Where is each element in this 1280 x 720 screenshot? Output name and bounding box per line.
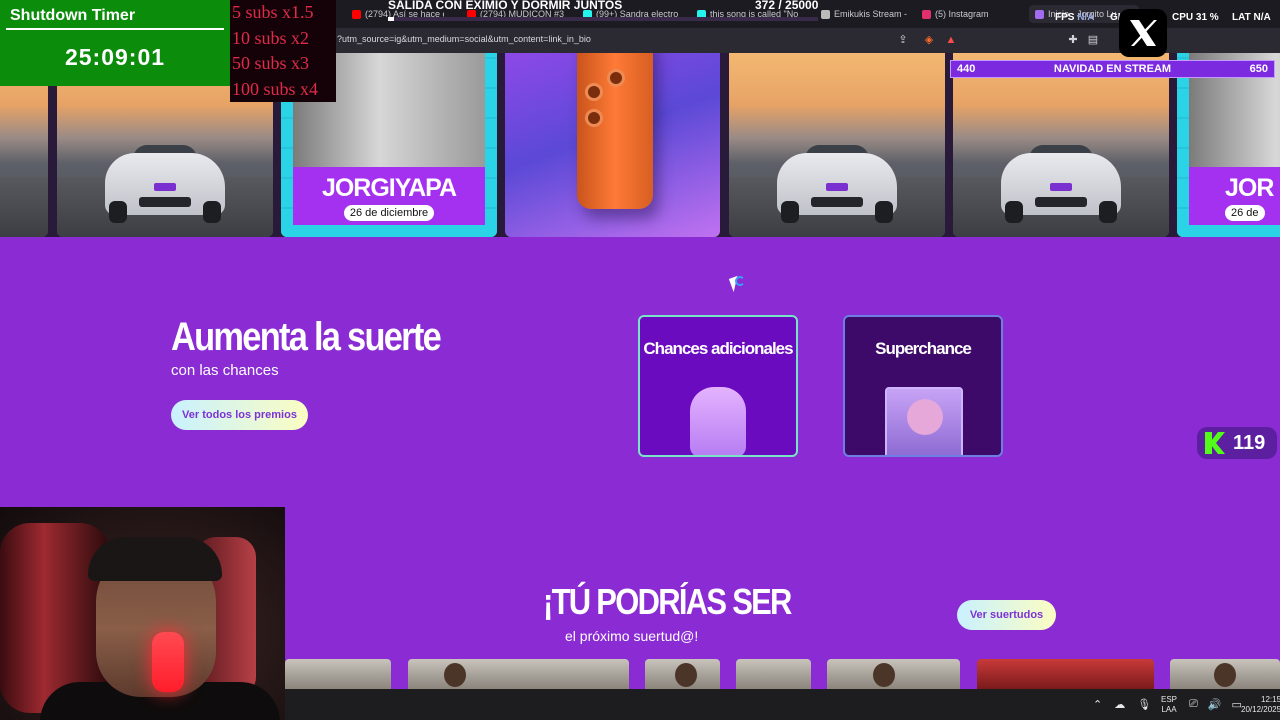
instagram-icon [922,9,931,19]
section-title: Aumenta la suerte [171,315,442,359]
goal-count: 372 / 25000 [755,0,819,12]
winner-photo[interactable] [408,659,629,689]
prize-tile-car[interactable] [953,53,1169,237]
event-banner: 440 NAVIDAD EN STREAM 650 [950,60,1275,78]
rewards-icon[interactable]: ▲ [944,33,958,47]
stat-lat: LAT N/A [1232,12,1271,23]
event-title: NAVIDAD EN STREAM [1053,63,1172,75]
cloud-icon[interactable]: ☁ [1114,698,1125,711]
section-subtitle: el próximo suertud@! [565,628,699,644]
browser-tab[interactable]: Emikukis Stream - [821,5,916,23]
sub-multipliers-widget: 5 subs x1.5 10 subs x2 50 subs x3 100 su… [230,0,336,102]
extra-chances-card[interactable]: Chances adicionales [638,315,798,457]
multiplier-item: 5 subs x1.5 [232,2,314,22]
event-right-number: 650 [1249,63,1268,75]
winner-photo[interactable] [736,659,811,689]
brave-shield-icon[interactable]: ◈ [922,33,936,47]
winner-photo[interactable] [1170,659,1280,689]
multiplier-item: 100 subs x4 [232,78,319,99]
view-all-prizes-button[interactable]: Ver todos los premios [171,400,308,430]
stat-fps: FPS N/A [1055,12,1095,23]
multiplier-item: 50 subs x3 [232,53,310,73]
language-indicator[interactable]: ESP LAA [1161,689,1177,720]
stat-cpu: CPU 31 % [1172,12,1219,23]
microphone-image [152,632,184,692]
shutdown-timer-widget: Shutdown Timer 25:09:01 [0,0,230,86]
tab-label: Emikukis Stream - [834,9,908,19]
event-date: 26 de diciembre [343,205,435,221]
card-title: Superchance [875,339,972,358]
share-icon[interactable]: ⇪ [896,33,910,47]
phone-image [577,53,653,209]
url-field[interactable]: ?utm_source=ig&utm_medium=social&utm_con… [337,34,591,44]
youtube-icon [352,9,361,19]
winner-photo[interactable] [285,659,391,689]
portrait-frame-image [885,387,963,455]
section-subtitle: con las chances [171,362,279,379]
kick-logo-icon [1205,432,1225,454]
event-date: 26 de [1225,205,1265,221]
x-logo-icon [1119,9,1167,57]
kick-viewers-badge: 119 [1197,427,1277,459]
view-winners-button[interactable]: Ver suertudos [957,600,1056,630]
loading-spinner-icon [735,276,745,286]
system-clock[interactable]: 12:15 20/12/2025 [1241,689,1280,720]
superchance-card[interactable]: Superchance [843,315,1003,457]
goal-title: SALIDA CON EXIMIO Y DORMIR JUNTOS [388,0,623,12]
multiplier-item: 10 subs x2 [232,27,310,48]
winner-photo[interactable] [827,659,960,689]
section-title: ¡TÚ PODRÍAS SER [543,581,792,622]
event-name: JOR [1225,174,1274,202]
winner-photo[interactable] [977,659,1154,689]
site-icon [1035,9,1044,19]
sidebar-icon[interactable]: ▤ [1086,33,1100,47]
network-icon[interactable]: ⎚ [1189,698,1198,711]
prize-tile-event[interactable]: JOR 26 de [1177,53,1280,237]
chevron-up-icon[interactable]: ⌃ [1093,698,1102,711]
kick-viewer-count: 119 [1233,431,1266,454]
tab-label: (5) Instagram [935,9,989,19]
muted-icon [821,9,830,19]
prize-tile-car[interactable] [729,53,945,237]
event-name: JORGIYAPA [321,174,457,202]
prize-tile-phone[interactable] [505,53,720,237]
webcam-feed [0,507,285,720]
card-title: Chances adicionales [643,339,793,358]
browser-tab[interactable]: (5) Instagram [922,5,1022,23]
extension-icon[interactable]: ✚ [1066,33,1080,47]
winners-gallery [285,659,1280,689]
speaker-icon[interactable]: 🔊 [1208,698,1222,711]
timer-label: Shutdown Timer [10,7,136,24]
winner-photo[interactable] [645,659,720,689]
microphone-icon[interactable]: 🎙 [1137,698,1151,711]
taskbar: ⌃ ☁ 🎙 ESP LAA ⎚ 🔊 ▭ 12:15 20/12/2025 [285,689,1280,720]
bear-figure-image [690,387,746,455]
goal-progress-fill [388,17,395,21]
goal-progress-bar [388,17,818,21]
event-left-number: 440 [957,63,976,75]
timer-value: 25:09:01 [64,44,166,70]
